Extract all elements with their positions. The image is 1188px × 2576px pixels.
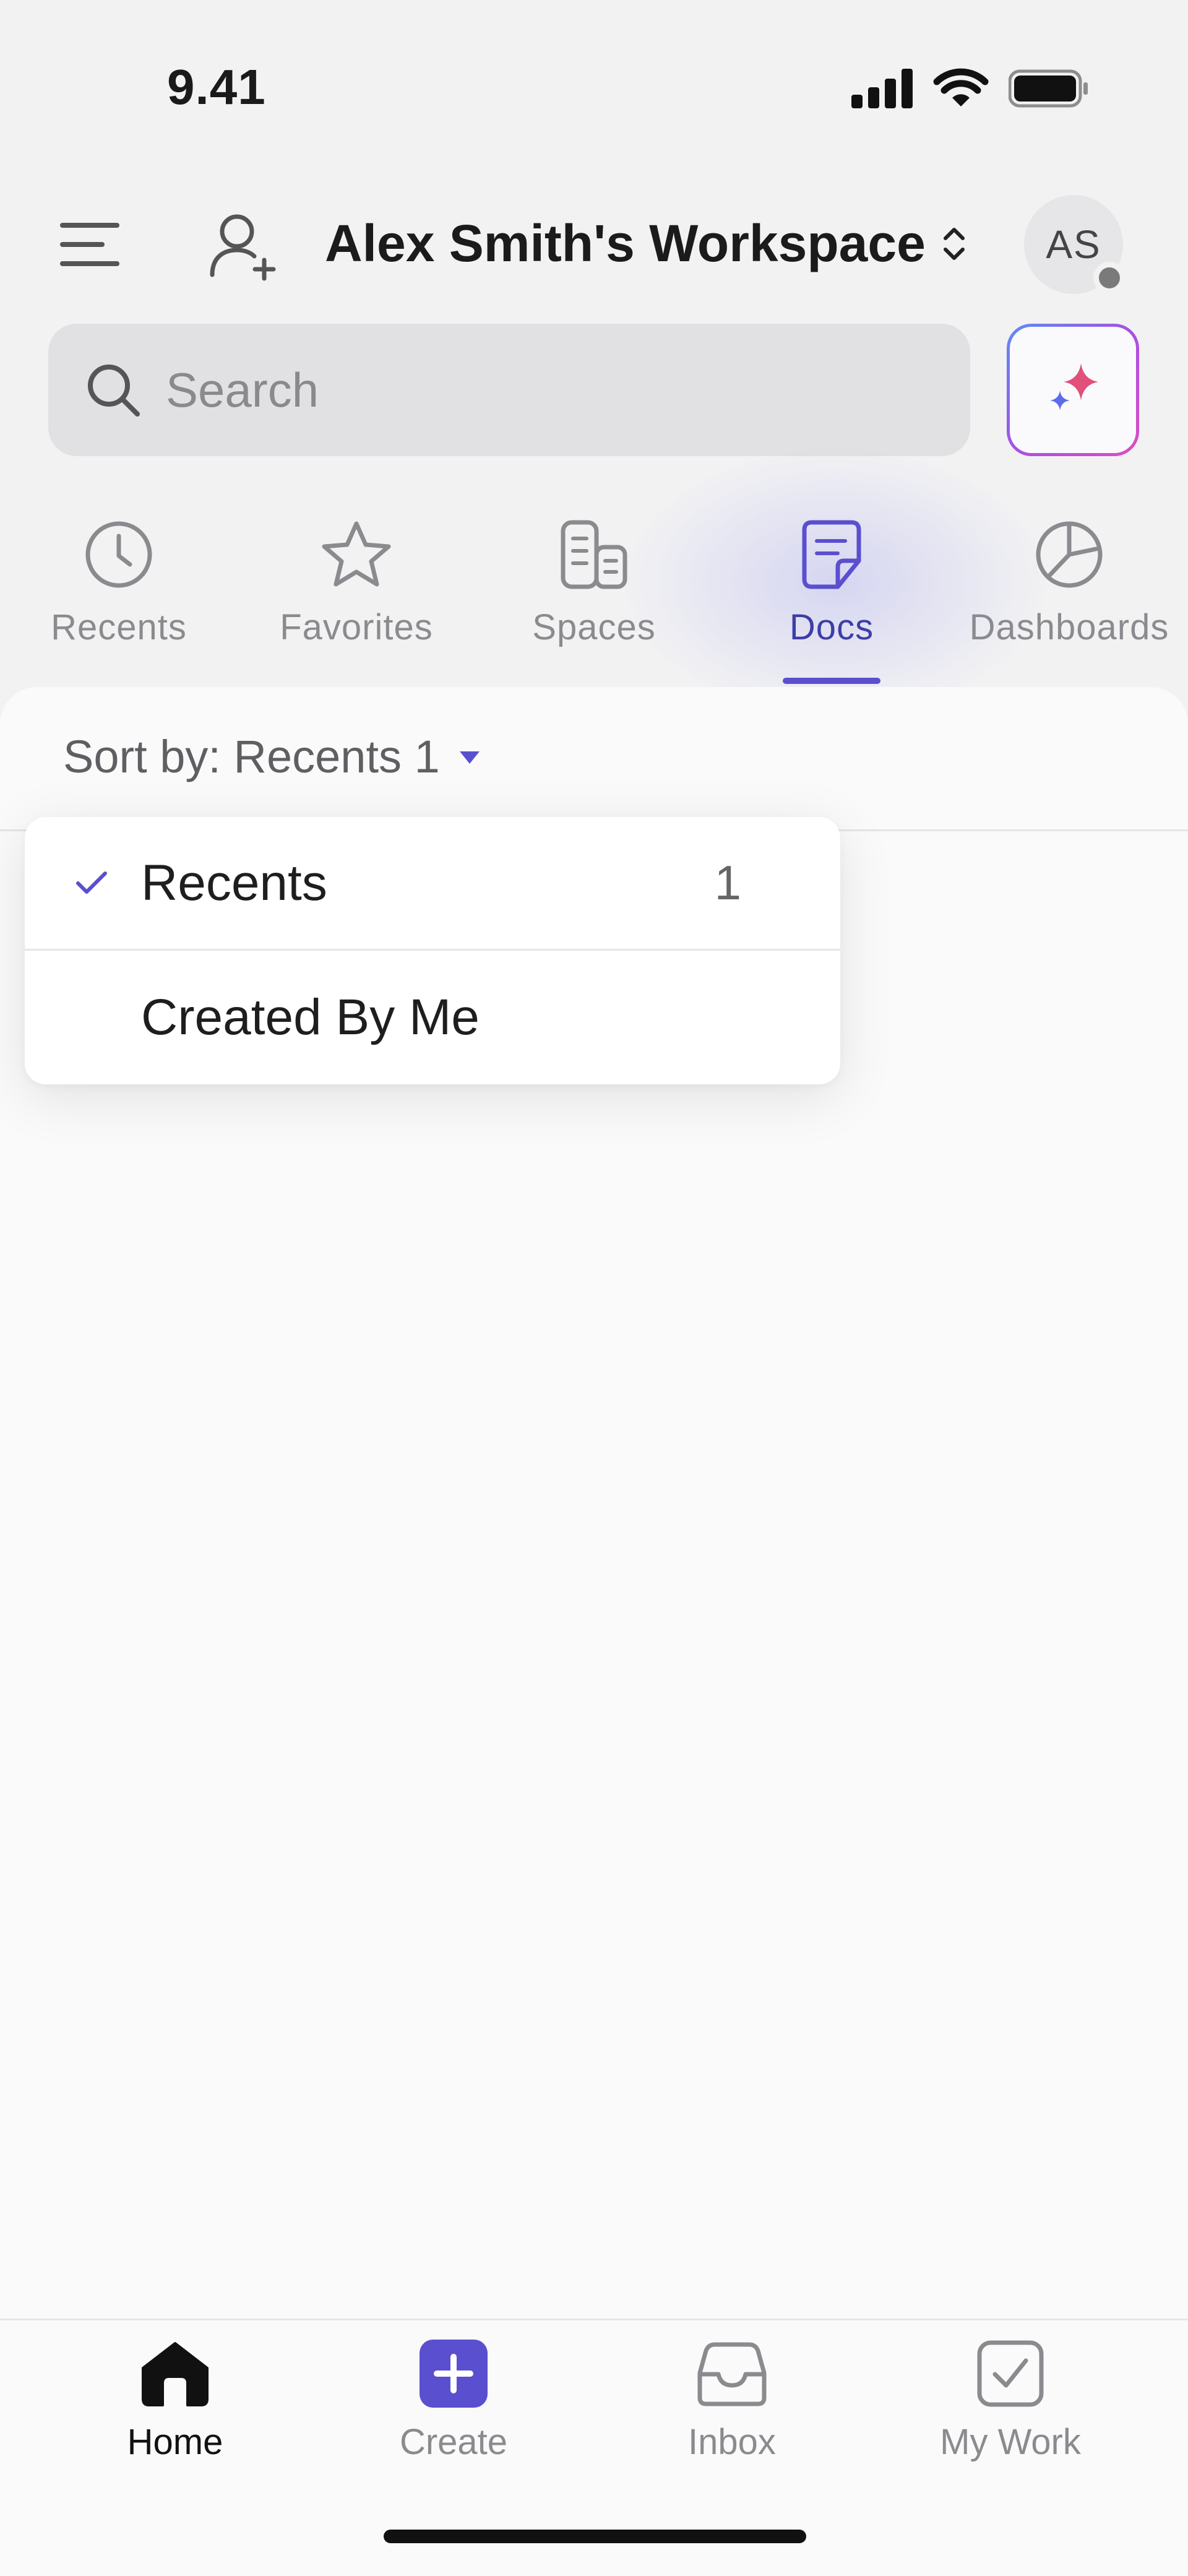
tab-label: Favorites: [280, 607, 433, 647]
workspace-switcher[interactable]: Alex Smith's Workspace: [325, 214, 968, 274]
sort-option-created-by-me[interactable]: Created By Me: [25, 951, 840, 1084]
nav-label: Home: [127, 2422, 223, 2462]
nav-inbox[interactable]: Inbox: [621, 2340, 843, 2463]
clock-icon: [85, 521, 152, 588]
status-time: 9.41: [167, 59, 266, 115]
tab-label: Docs: [789, 607, 874, 647]
plus-icon: [420, 2340, 488, 2408]
tab-label: Spaces: [532, 607, 656, 647]
home-icon: [142, 2342, 209, 2406]
spaces-icon: [561, 520, 627, 589]
tab-docs[interactable]: Docs: [726, 520, 937, 681]
search-input[interactable]: Search: [48, 324, 970, 456]
active-tab-indicator: [783, 678, 880, 684]
invite-user-button[interactable]: [207, 210, 278, 282]
doc-icon: [802, 520, 861, 589]
pie-chart-icon: [1036, 521, 1103, 588]
tab-label: Recents: [51, 607, 187, 647]
checkmark-icon: [76, 871, 107, 894]
menu-icon: [60, 223, 119, 266]
home-indicator: [384, 2530, 806, 2543]
cellular-signal-icon: [851, 69, 913, 108]
ai-assistant-button[interactable]: [1007, 324, 1139, 456]
sort-label: Sort by: Recents 1: [63, 731, 440, 782]
nav-my-work[interactable]: My Work: [899, 2340, 1122, 2463]
status-icons: [851, 68, 1089, 109]
nav-label: Create: [399, 2422, 508, 2462]
sort-dropdown-menu: Recents 1 Created By Me: [25, 817, 840, 1084]
nav-label: My Work: [940, 2422, 1081, 2462]
menu-button[interactable]: [59, 217, 121, 272]
sparkle-icon: [1050, 363, 1098, 410]
search-placeholder: Search: [166, 362, 319, 417]
avatar[interactable]: AS: [1024, 195, 1126, 294]
inbox-icon: [697, 2342, 767, 2406]
chevron-up-down-icon: [943, 227, 965, 260]
star-icon: [322, 521, 391, 587]
nav-label: Inbox: [688, 2422, 776, 2462]
tab-recents[interactable]: Recents: [14, 520, 224, 681]
checkbox-icon: [977, 2340, 1044, 2407]
presence-status-dot: [1093, 262, 1126, 294]
caret-down-icon: [459, 751, 480, 764]
option-label: Recents: [141, 854, 327, 911]
workspace-name: Alex Smith's Workspace: [325, 214, 926, 272]
tab-favorites[interactable]: Favorites: [251, 520, 462, 681]
tab-label: Dashboards: [969, 607, 1169, 647]
nav-create[interactable]: Create: [342, 2340, 565, 2463]
nav-home[interactable]: Home: [64, 2340, 286, 2463]
option-count: 1: [714, 855, 741, 910]
option-label: Created By Me: [141, 989, 480, 1045]
avatar-initials: AS: [1046, 222, 1101, 267]
sort-button[interactable]: Sort by: Recents 1: [63, 730, 482, 783]
search-icon: [88, 365, 140, 417]
tab-dashboards[interactable]: Dashboards: [964, 520, 1174, 681]
add-user-icon: [210, 214, 276, 281]
battery-icon: [1009, 69, 1088, 108]
wifi-icon: [933, 68, 989, 106]
sort-option-recents[interactable]: Recents 1: [25, 817, 840, 951]
tab-spaces[interactable]: Spaces: [489, 520, 699, 681]
